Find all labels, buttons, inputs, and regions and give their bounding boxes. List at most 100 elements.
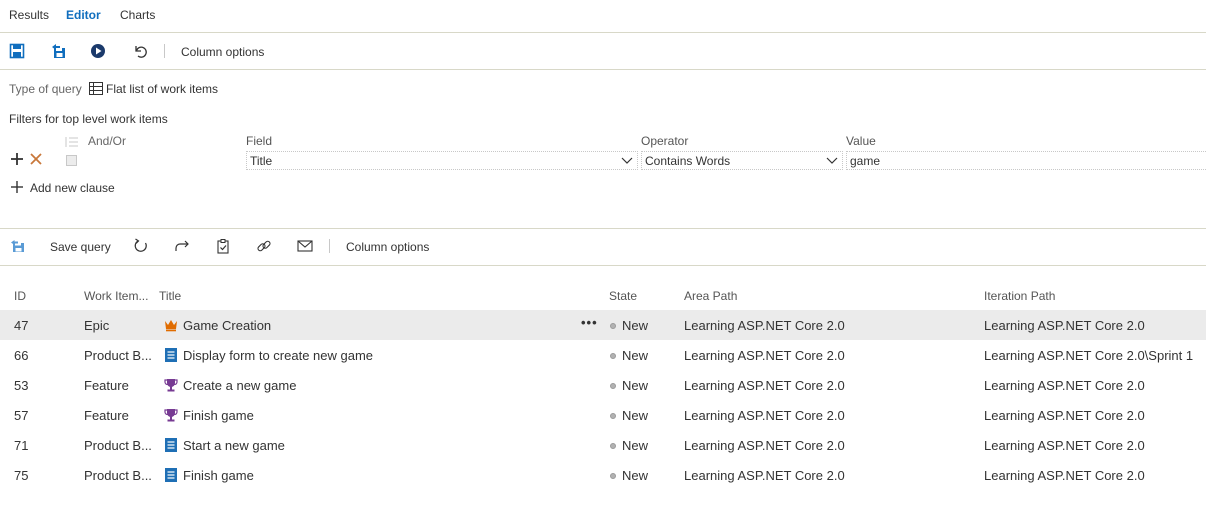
save-results-button[interactable]	[8, 236, 28, 256]
link-icon	[257, 240, 271, 252]
copy-to-clipboard-button[interactable]	[213, 236, 233, 256]
save-query-text-button[interactable]: Save query	[50, 240, 111, 254]
undo-button[interactable]	[130, 41, 150, 61]
column-options-button[interactable]: Column options	[181, 45, 264, 59]
field-select-value: Title	[250, 154, 273, 168]
field-select[interactable]: Title	[246, 151, 638, 170]
row-iteration-path: Learning ASP.NET Core 2.0	[984, 378, 1145, 393]
row-id: 75	[14, 468, 29, 483]
row-title[interactable]: Game Creation	[183, 318, 271, 333]
plus-icon	[11, 181, 23, 193]
row-area-path: Learning ASP.NET Core 2.0	[684, 438, 845, 453]
column-header-id[interactable]: ID	[14, 289, 26, 303]
tabs-divider	[0, 32, 1206, 33]
column-header-work-item-type[interactable]: Work Item...	[84, 289, 148, 303]
value-header: Value	[846, 134, 876, 148]
email-query-button[interactable]	[295, 236, 315, 256]
save-query-button[interactable]	[7, 41, 27, 61]
row-state: New	[622, 468, 649, 483]
mail-icon	[297, 240, 313, 252]
filters-section-label: Filters for top level work items	[9, 112, 168, 126]
table-row[interactable]: 57 Feature Finish game New Learning ASP.…	[0, 400, 1206, 430]
editor-results-divider	[0, 228, 1206, 229]
toolbar-separator	[329, 239, 330, 253]
table-row[interactable]: 53 Feature Create a new game New Learnin…	[0, 370, 1206, 400]
row-area-path: Learning ASP.NET Core 2.0	[684, 318, 845, 333]
trophy-icon	[164, 379, 178, 392]
chevron-down-icon	[826, 157, 838, 164]
row-id: 71	[14, 438, 29, 453]
column-header-title[interactable]: Title	[159, 289, 181, 303]
row-iteration-path: Learning ASP.NET Core 2.0	[984, 318, 1145, 333]
row-title[interactable]: Start a new game	[183, 438, 285, 453]
refresh-button[interactable]	[131, 236, 151, 256]
insert-clause-icon[interactable]	[11, 153, 23, 165]
chevron-down-icon	[621, 157, 633, 164]
row-title[interactable]: Finish game	[183, 468, 254, 483]
clipboard-check-icon	[217, 239, 229, 254]
state-indicator	[610, 413, 616, 419]
operator-select-value: Contains Words	[645, 154, 731, 168]
tab-charts[interactable]: Charts	[120, 8, 155, 22]
copy-link-button[interactable]	[254, 236, 274, 256]
row-state: New	[622, 348, 649, 363]
row-iteration-path: Learning ASP.NET Core 2.0\Sprint 1	[984, 348, 1194, 363]
column-header-area-path[interactable]: Area Path	[684, 289, 737, 303]
run-query-icon	[91, 44, 105, 58]
row-id: 53	[14, 378, 29, 393]
row-title[interactable]: Create a new game	[183, 378, 296, 393]
backlog-item-icon	[165, 348, 177, 362]
backlog-item-icon	[165, 438, 177, 452]
tab-editor[interactable]: Editor	[66, 8, 101, 22]
row-area-path: Learning ASP.NET Core 2.0	[684, 468, 845, 483]
field-header: Field	[246, 134, 273, 148]
row-title[interactable]: Finish game	[183, 408, 254, 423]
row-state: New	[622, 318, 649, 333]
state-indicator	[610, 353, 616, 359]
state-indicator	[610, 443, 616, 449]
save-as-icon	[52, 44, 65, 58]
table-row[interactable]: 66 Product B... Display form to create n…	[0, 340, 1206, 370]
row-id: 57	[14, 408, 29, 423]
refresh-icon	[134, 238, 147, 252]
table-icon	[89, 82, 103, 95]
value-input[interactable]: game	[846, 151, 1206, 170]
table-row[interactable]: 75 Product B... Finish game New Learning…	[0, 460, 1206, 490]
save-as-button[interactable]	[49, 41, 69, 61]
column-header-state[interactable]: State	[609, 289, 637, 303]
row-title[interactable]: Display form to create new game	[183, 348, 373, 363]
more-actions-icon[interactable]: •••	[581, 315, 598, 330]
row-type: Feature	[84, 408, 129, 423]
row-iteration-path: Learning ASP.NET Core 2.0	[984, 468, 1145, 483]
row-type: Product B...	[84, 468, 152, 483]
row-state: New	[622, 408, 649, 423]
state-indicator	[610, 473, 616, 479]
toolbar-separator	[164, 44, 165, 58]
query-type-label: Type of query	[9, 82, 82, 96]
row-id: 47	[14, 318, 29, 333]
column-header-iteration-path[interactable]: Iteration Path	[984, 289, 1055, 303]
undo-icon	[135, 46, 147, 58]
save-as-icon	[11, 240, 24, 252]
row-area-path: Learning ASP.NET Core 2.0	[684, 408, 845, 423]
row-state: New	[622, 438, 649, 453]
save-icon	[9, 43, 25, 59]
remove-clause-icon[interactable]	[30, 153, 42, 165]
results-column-options-button[interactable]: Column options	[346, 240, 429, 254]
query-type-value: Flat list of work items	[106, 82, 219, 96]
run-query-button[interactable]	[88, 41, 108, 61]
operator-select[interactable]: Contains Words	[641, 151, 843, 170]
and-or-header: And/Or	[88, 134, 127, 148]
crown-icon	[165, 320, 177, 332]
state-indicator	[610, 323, 616, 329]
group-clauses-icon[interactable]	[65, 136, 79, 148]
row-iteration-path: Learning ASP.NET Core 2.0	[984, 438, 1145, 453]
tab-results[interactable]: Results	[9, 8, 49, 22]
row-type: Feature	[84, 378, 129, 393]
table-row[interactable]: 71 Product B... Start a new game New Lea…	[0, 430, 1206, 460]
clause-checkbox[interactable]	[66, 155, 77, 166]
toolbar-divider	[0, 69, 1206, 70]
add-new-clause-label: Add new clause	[30, 181, 115, 195]
redo-button[interactable]	[172, 236, 192, 256]
table-row[interactable]: 47 Epic Game Creation ••• New Learning A…	[0, 310, 1206, 340]
